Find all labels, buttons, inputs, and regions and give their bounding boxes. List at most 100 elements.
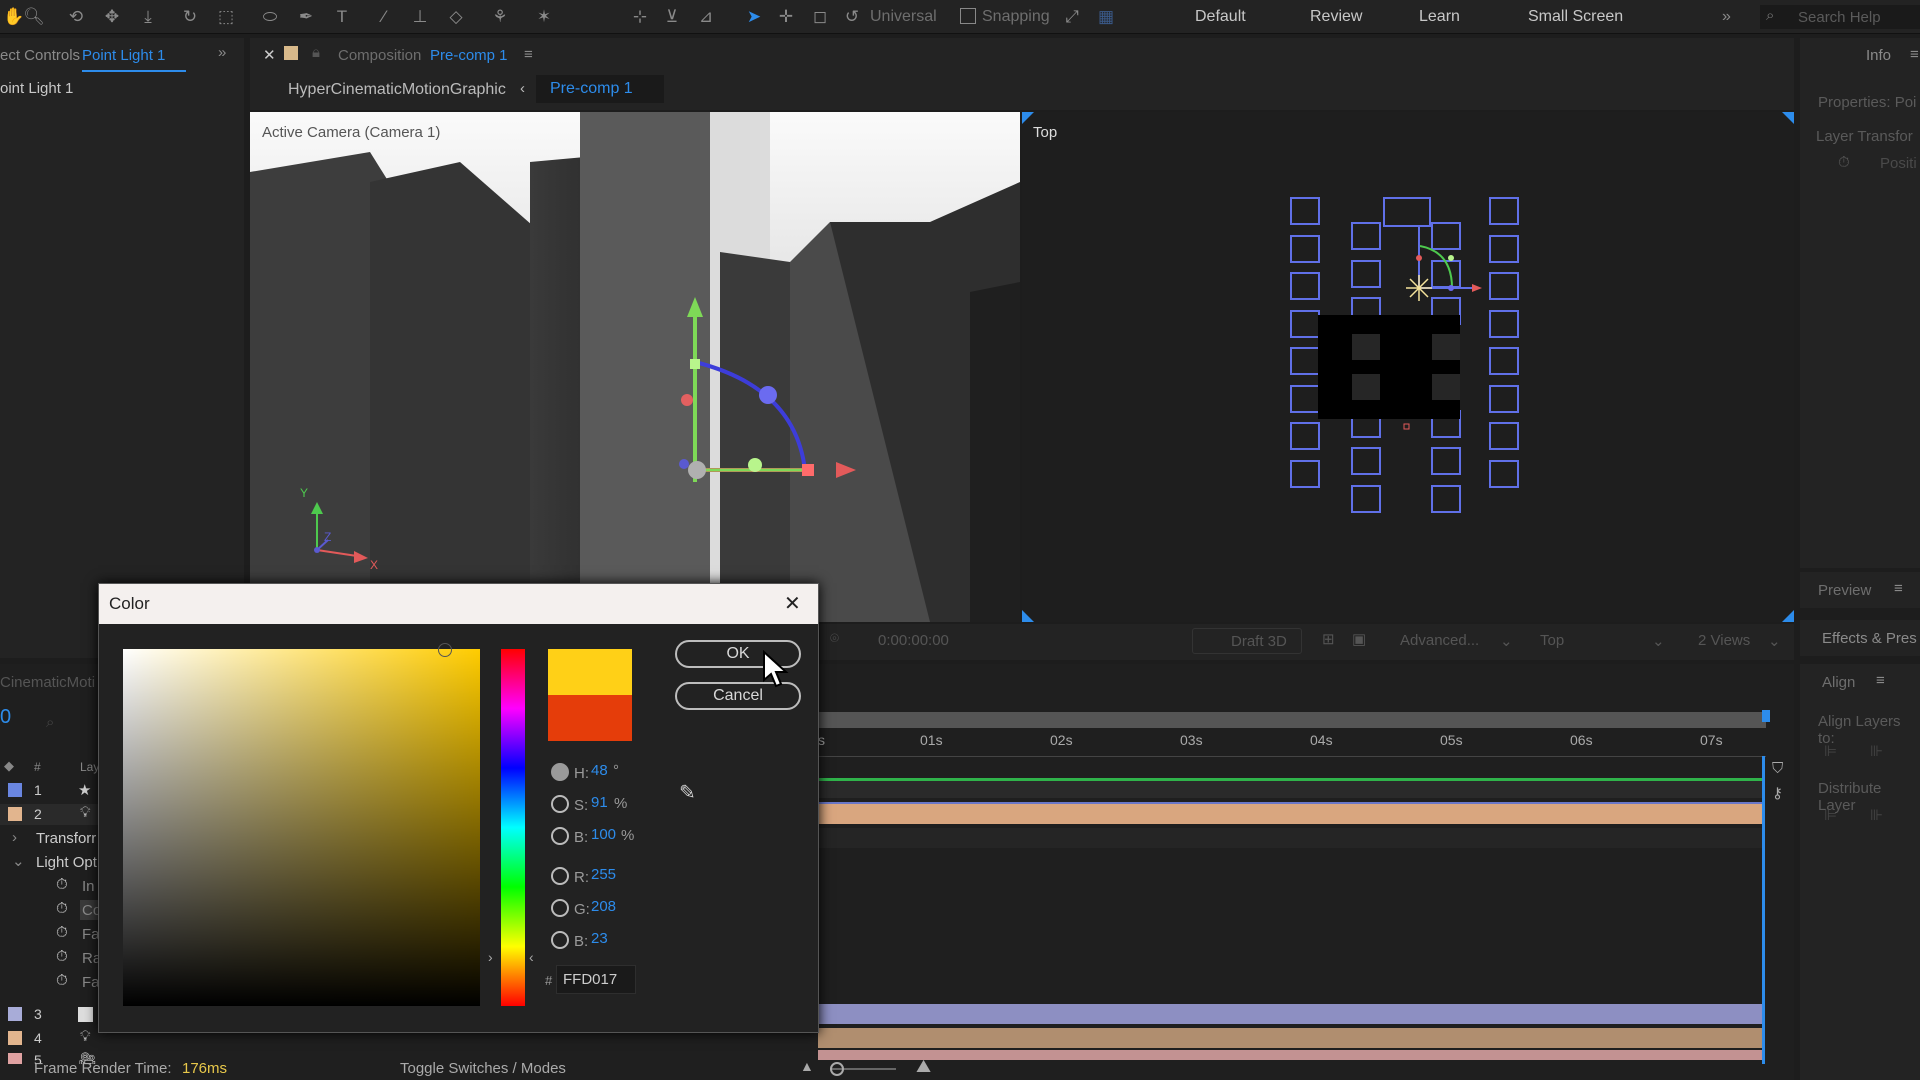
- building-outline[interactable]: [1489, 235, 1519, 263]
- zoom-out-icon[interactable]: ▲: [800, 1058, 814, 1074]
- gizmo-x-handle[interactable]: [681, 394, 693, 406]
- panel-menu-icon[interactable]: ≡: [1894, 580, 1903, 597]
- close-icon[interactable]: ✕: [784, 584, 801, 624]
- green-radio[interactable]: [551, 899, 569, 917]
- layer-search-icon[interactable]: ⌕: [46, 714, 54, 731]
- layer-row-1[interactable]: 1 ★: [0, 780, 98, 801]
- ellipse-tool-icon[interactable]: ⬭: [258, 5, 282, 29]
- panel-menu-icon[interactable]: ≡: [524, 46, 533, 63]
- building-outline[interactable]: [1351, 447, 1381, 475]
- comp-marker-icon[interactable]: ⛉: [1772, 760, 1783, 777]
- building-outline[interactable]: [1290, 235, 1320, 263]
- align-center-icon[interactable]: ⊪: [1870, 742, 1883, 760]
- playhead[interactable]: [1762, 756, 1765, 1066]
- keyframe-nav-icon[interactable]: ⚷: [1772, 784, 1783, 802]
- workspace-small-screen[interactable]: Small Screen: [1528, 8, 1623, 26]
- layer-label-color[interactable]: [8, 1007, 22, 1021]
- camera-footprint[interactable]: [1318, 315, 1460, 419]
- snapping-checkbox[interactable]: [960, 8, 976, 24]
- green-value[interactable]: 208: [591, 898, 616, 915]
- building-outline[interactable]: [1431, 222, 1461, 250]
- gizmo-rotation-handle[interactable]: [759, 386, 777, 404]
- color-picker-cursor[interactable]: [438, 643, 452, 657]
- property-group-transform[interactable]: › Transforr: [0, 828, 98, 849]
- more-workspaces-icon[interactable]: »: [1722, 8, 1731, 26]
- pan-camera-icon[interactable]: ✥: [100, 5, 124, 29]
- building-outline[interactable]: [1290, 310, 1320, 338]
- effect-controls-tab[interactable]: ect Controls: [0, 47, 80, 64]
- workspace-default[interactable]: Default: [1195, 8, 1246, 26]
- active-camera-viewer[interactable]: Active Camera (Camera 1) Y Z X: [250, 112, 1020, 622]
- timeline-tab[interactable]: CinematicMoti: [0, 674, 95, 691]
- building-outline[interactable]: [1351, 260, 1381, 288]
- selection-3d-icon[interactable]: ➤: [742, 5, 766, 29]
- red-value[interactable]: 255: [591, 866, 616, 883]
- building-outline[interactable]: [1489, 422, 1519, 450]
- type-tool-icon[interactable]: T: [330, 5, 354, 29]
- distribute-left-icon[interactable]: ⊫: [1824, 806, 1837, 824]
- move-3d-icon[interactable]: ✛: [774, 5, 798, 29]
- building-outline[interactable]: [1431, 260, 1461, 288]
- stopwatch-icon[interactable]: ⏱: [1838, 154, 1850, 171]
- lock-icon[interactable]: 🔒︎: [312, 44, 320, 61]
- feather-icon[interactable]: ▦: [1094, 5, 1118, 29]
- search-help-field[interactable]: ⌕ Search Help: [1760, 5, 1920, 29]
- preview-tab[interactable]: Preview: [1818, 582, 1871, 599]
- light-gizmo-handle[interactable]: [1448, 255, 1454, 261]
- hue-slider-right-arrow[interactable]: ‹: [529, 949, 534, 965]
- chevron-down-icon[interactable]: ⌄: [12, 852, 25, 870]
- time-ruler[interactable]: s 01s 02s 03s 04s 05s 06s 07s: [818, 732, 1766, 756]
- blue-value[interactable]: 23: [591, 930, 608, 947]
- chevron-right-icon[interactable]: ›: [12, 829, 17, 846]
- stopwatch-icon[interactable]: ⏱: [56, 900, 68, 917]
- layer-bar-2[interactable]: [818, 804, 1762, 824]
- brightness-radio[interactable]: [551, 827, 569, 845]
- draft3d-toggle[interactable]: Draft 3D: [1192, 628, 1302, 654]
- workspace-learn[interactable]: Learn: [1419, 8, 1460, 26]
- property-row[interactable]: ⏱ Ra: [0, 948, 101, 969]
- effects-tab[interactable]: Effects & Pres: [1822, 630, 1917, 647]
- panel-menu-icon[interactable]: ≡: [1910, 46, 1919, 63]
- building-outline[interactable]: [1383, 197, 1431, 227]
- gizmo-center[interactable]: [688, 461, 706, 479]
- breadcrumb-arrow-icon[interactable]: ‹: [520, 80, 525, 97]
- hue-slider-left-arrow[interactable]: ›: [488, 949, 493, 965]
- align-left-icon[interactable]: ⊫: [1824, 742, 1837, 760]
- property-row[interactable]: ⏱ In: [0, 876, 98, 897]
- rotate-tool-icon[interactable]: ↻: [178, 5, 202, 29]
- zoom-tool-icon[interactable]: 🔍︎: [22, 5, 46, 29]
- hue-slider[interactable]: [501, 649, 525, 1006]
- building-outline[interactable]: [1351, 222, 1381, 250]
- eyedropper-icon[interactable]: ✎: [679, 780, 696, 805]
- stopwatch-icon[interactable]: ⏱: [56, 948, 68, 965]
- zoom-slider-handle[interactable]: [830, 1062, 844, 1076]
- red-radio[interactable]: [551, 867, 569, 885]
- building-outline[interactable]: [1489, 310, 1519, 338]
- gizmo-z-handle[interactable]: [748, 458, 762, 472]
- dolly-camera-icon[interactable]: ⤓: [136, 5, 160, 29]
- saturation-brightness-field[interactable]: [123, 643, 480, 1006]
- local-axis-icon[interactable]: ⊹: [628, 5, 652, 29]
- building-outline[interactable]: [1290, 385, 1320, 413]
- layer-bar-4[interactable]: [818, 1028, 1762, 1048]
- timecode-display[interactable]: 0:00:00:00: [878, 632, 949, 649]
- building-outline[interactable]: [1489, 460, 1519, 488]
- stopwatch-icon[interactable]: ⏱: [56, 924, 68, 941]
- work-area-bar[interactable]: [818, 712, 1766, 728]
- camera-point[interactable]: [1403, 423, 1410, 430]
- building-outline[interactable]: [1431, 447, 1461, 475]
- layer-bar-3[interactable]: [818, 1004, 1762, 1024]
- layer-label-color[interactable]: [8, 1031, 22, 1045]
- gizmo-scale-handle[interactable]: [802, 464, 814, 476]
- breadcrumb-current-box[interactable]: Pre-comp 1: [536, 75, 664, 103]
- composition-tab-name[interactable]: Pre-comp 1: [430, 47, 508, 64]
- brush-tool-icon[interactable]: ⁄: [372, 5, 396, 29]
- composition-tab-label[interactable]: Composition: [338, 47, 421, 64]
- renderer-select[interactable]: Advanced...: [1400, 632, 1479, 649]
- snapshot-icon[interactable]: ⌾: [830, 630, 839, 647]
- gizmo-y-handle[interactable]: [690, 359, 700, 369]
- eraser-tool-icon[interactable]: ◇: [444, 5, 468, 29]
- orbit-camera-icon[interactable]: ⟲: [64, 5, 88, 29]
- building-outline[interactable]: [1290, 422, 1320, 450]
- current-time[interactable]: 0: [0, 706, 11, 729]
